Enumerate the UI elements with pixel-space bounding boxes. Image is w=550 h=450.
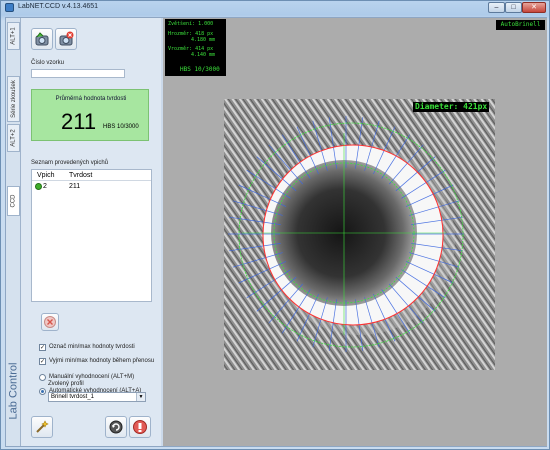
readout-zoom: Zvětšení: 1.000 [168,21,214,27]
exclude-minmax-checkbox[interactable]: ✓ [39,358,46,365]
magic-wand-button[interactable] [31,416,53,438]
brand-label: Lab Control [7,338,20,443]
tab-alt1[interactable]: ALT+1 [7,22,20,50]
app-icon [5,3,14,12]
measurement-readout: Zvětšení: 1.000 Hrozměr: 418 px 4.180 mm… [165,19,226,76]
close-button[interactable]: ✕ [522,2,546,13]
app-window: LabNET.CCD v.4.13.4651 – □ ✕ ALT+1 Série… [0,0,550,450]
average-hardness-title: Průměrná hodnota tvrdosti [55,96,127,102]
readout-h-size-mm: 4.180 mm [191,37,216,43]
average-hardness-unit: HBS 10/3000 [103,124,139,130]
stop-button[interactable] [129,416,151,438]
tab-series-label: Série zkoušek [10,80,17,118]
brand-text: Lab Control [7,362,20,419]
mark-minmax-checkbox[interactable]: ✓ [39,344,46,351]
delete-indent-button[interactable] [41,313,59,331]
tab-alt2-label: ALT+2 [10,129,17,147]
image-viewer[interactable]: Zvětšení: 1.000 Hrozměr: 418 px 4.180 mm… [163,18,547,446]
refresh-button[interactable] [105,416,127,438]
tab-series[interactable]: Série zkoušek [7,76,20,122]
profile-select[interactable]: Brinell tvrdost_1 ▼ [48,392,146,402]
indent-list-title: Seznam provedených vpichů [31,160,109,166]
refresh-icon [109,420,123,434]
automatic-mode-radio[interactable] [39,388,46,395]
row-vpich: 2 [43,183,47,190]
auto-brinell-button[interactable]: AutoBrinell [496,20,545,30]
specimen-image[interactable]: Diameter: 421px [224,99,495,370]
indent-list[interactable]: Vpich Tvrdost 2 211 [31,169,152,302]
readout-v-size-mm: 4.140 mm [191,52,216,58]
tab-ccd[interactable]: CCD [7,186,20,216]
profile-select-value: Brinell tvrdost_1 [51,394,95,400]
diameter-label: Diameter: 421px [413,102,490,112]
maximize-button[interactable]: □ [505,2,522,13]
delete-capture-button[interactable] [55,28,77,50]
exclude-minmax-label: Vyjmi min/max hodnoty během přenosu [49,358,155,364]
sample-number-label: Číslo vzorku [31,60,65,66]
manual-mode-label: Manuální vyhodnocení (ALT+M) [49,374,135,380]
delete-icon [44,316,56,328]
manual-mode-radio[interactable] [39,374,46,381]
camera-delete-icon [59,31,74,46]
column-tvrdost[interactable]: Tvrdost [69,172,92,179]
tab-alt2[interactable]: ALT+2 [7,124,20,152]
minimize-button[interactable]: – [488,2,505,13]
column-vpich[interactable]: Vpich [37,172,55,179]
control-panel: Číslo vzorku Průměrná hodnota tvrdosti 2… [21,18,161,446]
window-title: LabNET.CCD v.4.13.4651 [18,3,99,10]
tab-alt1-label: ALT+1 [10,27,17,45]
row-tvrdost: 211 [69,183,81,190]
vertical-tab-strip: ALT+1 Série zkoušek ALT+2 CCD Lab Contro… [6,18,21,446]
tab-ccd-label: CCD [10,194,17,208]
sample-number-input[interactable] [31,69,125,78]
client-area: ALT+1 Série zkoušek ALT+2 CCD Lab Contro… [5,17,547,447]
stop-icon [133,420,147,434]
readout-scale: HBS 10/3000 [180,66,220,73]
profile-label: Zvolený profil [48,381,84,387]
indent-list-header: Vpich Tvrdost [32,170,151,181]
camera-icon [35,32,49,46]
status-ok-icon [35,183,42,190]
capture-button[interactable] [31,28,53,50]
chevron-down-icon: ▼ [136,393,145,401]
wand-icon [36,420,49,433]
table-row[interactable]: 2 211 [32,182,151,192]
average-hardness-box: Průměrná hodnota tvrdosti 211 HBS 10/300… [31,89,149,141]
average-hardness-value: 211 [61,109,97,134]
mark-minmax-label: Označ min/max hodnoty tvrdosti [49,344,135,350]
indentation-overlay [224,99,495,370]
title-bar[interactable]: LabNET.CCD v.4.13.4651 – □ ✕ [1,1,549,15]
